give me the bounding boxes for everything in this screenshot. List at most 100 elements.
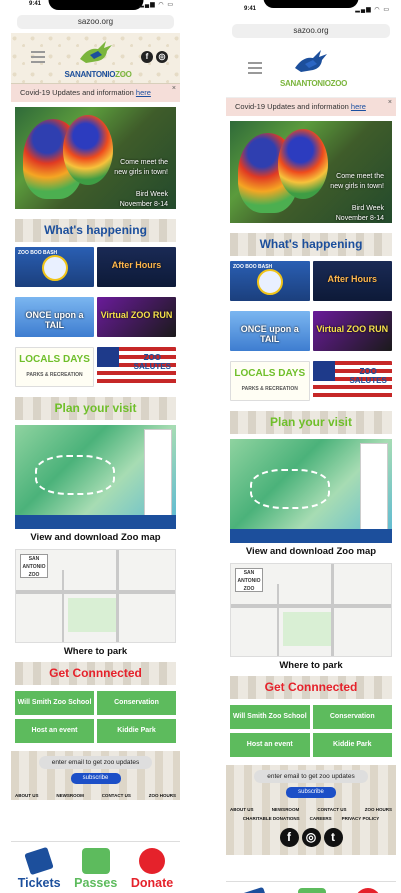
event-tile[interactable]: Virtual ZOO RUN xyxy=(312,311,392,351)
conservation-button[interactable]: Conservation xyxy=(97,691,176,715)
site-header: SANANTONIOZOO xyxy=(226,42,396,98)
kiddie-park-button[interactable]: Kiddie Park xyxy=(312,733,392,757)
event-tile[interactable]: Virtual ZOO RUN xyxy=(97,297,176,337)
zoo-map-caption[interactable]: View and download Zoo map xyxy=(11,532,180,543)
close-icon[interactable]: × xyxy=(388,99,392,106)
url-bar[interactable]: sazoo.org xyxy=(17,15,174,29)
covid-text: Covid-19 Updates and information xyxy=(20,88,136,97)
covid-link[interactable]: here xyxy=(351,102,366,111)
zoo-map-caption[interactable]: View and download Zoo map xyxy=(226,546,396,557)
hero-line: Bird Week xyxy=(135,191,168,198)
footer-link-about[interactable]: ABOUT US xyxy=(15,793,39,798)
covid-banner: Covid-19 Updates and information here × xyxy=(11,84,180,102)
footer-link-newsroom[interactable]: NEWSROOM xyxy=(56,793,84,798)
parking-map-image[interactable]: SAN ANTONIO ZOO xyxy=(230,563,392,657)
instagram-icon[interactable]: ◎ xyxy=(301,828,321,847)
zoo-map-image[interactable] xyxy=(230,439,392,543)
donate-nav[interactable]: Donate xyxy=(131,842,173,893)
covid-link[interactable]: here xyxy=(136,88,151,97)
parking-caption[interactable]: Where to park xyxy=(11,646,180,657)
hero-line: new girls in town! xyxy=(330,183,384,190)
facebook-icon[interactable]: f xyxy=(279,828,299,847)
footer-link-contact[interactable]: CONTACT US xyxy=(317,807,346,812)
footer-link-hours[interactable]: ZOO HOURS xyxy=(149,793,176,798)
footer-links: ABOUT US NEWSROOM CONTACT US ZOO HOURS xyxy=(226,798,396,814)
footer-link-careers[interactable]: CAREERS xyxy=(310,816,332,821)
twitter-icon[interactable]: t xyxy=(323,828,343,847)
footer-link-newsroom[interactable]: NEWSROOM xyxy=(272,807,300,812)
antelope-logo-icon xyxy=(79,41,112,63)
hero-banner[interactable]: Come meet the new girls in town! Bird We… xyxy=(230,121,392,223)
host-event-button[interactable]: Host an event xyxy=(15,719,94,743)
event-tile[interactable]: ZOO BOO BASH xyxy=(230,261,310,301)
zoo-school-button[interactable]: Will Smith Zoo School xyxy=(230,705,310,729)
ticket-icon xyxy=(24,846,54,876)
menu-icon[interactable] xyxy=(31,51,45,63)
event-badge xyxy=(256,269,283,295)
section-get-connected: Get Connnected xyxy=(15,662,176,685)
menu-icon[interactable] xyxy=(248,62,262,74)
hero-line: Come meet the xyxy=(336,173,384,180)
event-tile[interactable]: ZOO BOO BASH xyxy=(15,247,94,287)
events-grid: ZOO BOO BASH After Hours ONCE upon a TAI… xyxy=(230,261,392,401)
url-bar[interactable]: sazoo.org xyxy=(232,24,390,38)
connect-buttons: Will Smith Zoo School Conservation Host … xyxy=(15,691,176,743)
pass-icon xyxy=(81,848,110,874)
footer-link-about[interactable]: ABOUT US xyxy=(230,807,254,812)
phone-screen-left: 9:41 ▂▄▆ ◠ ▭ sazoo.org SANANTONIOZOO f ◎… xyxy=(11,0,180,893)
email-input[interactable]: enter email to get zoo updates xyxy=(254,770,368,783)
footer-link-privacy[interactable]: PRIVACY POLICY xyxy=(342,816,380,821)
event-tile[interactable]: ONCE upon a TAIL xyxy=(15,297,94,337)
parking-caption[interactable]: Where to park xyxy=(226,660,396,671)
hero-banner[interactable]: Come meet the new girls in town! Bird We… xyxy=(15,107,176,209)
map-key xyxy=(144,429,172,521)
zoo-logo[interactable]: SANANTONIOZOO xyxy=(280,46,347,88)
footer-link-hours[interactable]: ZOO HOURS xyxy=(365,807,392,812)
event-tile[interactable]: ZOO SALUTES xyxy=(97,347,176,387)
zoo-logo[interactable]: SANANTONIOZOO xyxy=(65,37,132,79)
passes-nav[interactable]: Passes xyxy=(74,842,117,893)
tickets-nav[interactable] xyxy=(239,882,270,893)
kiddie-park-button[interactable]: Kiddie Park xyxy=(97,719,176,743)
event-badge xyxy=(41,255,68,281)
zoo-school-button[interactable]: Will Smith Zoo School xyxy=(15,691,94,715)
antelope-logo-icon xyxy=(295,50,327,72)
event-tile[interactable]: ONCE upon a TAIL xyxy=(230,311,310,351)
event-tile[interactable]: LOCALS DAYS PARKS & RECREATION xyxy=(15,347,94,387)
tickets-nav[interactable]: Tickets xyxy=(18,842,61,893)
zoo-map-image[interactable] xyxy=(15,425,176,529)
section-get-connected: Get Connnected xyxy=(230,676,392,699)
footer-links-secondary: CHARITABLE DONATIONS CAREERS PRIVACY POL… xyxy=(226,814,396,825)
event-tile[interactable]: ZOO SALUTES xyxy=(312,361,392,401)
facebook-icon[interactable]: f xyxy=(141,51,153,63)
hero-line: November 8-14 xyxy=(335,215,384,222)
hero-line: November 8-14 xyxy=(119,201,168,208)
subscribe-button[interactable]: subscribe xyxy=(286,787,336,798)
section-title: Plan your visit xyxy=(269,415,353,429)
subscribe-button[interactable]: subscribe xyxy=(70,773,121,784)
status-time: 9:41 xyxy=(29,1,42,7)
section-title: What's happening xyxy=(259,237,363,251)
host-event-button[interactable]: Host an event xyxy=(230,733,310,757)
footer-link-donations[interactable]: CHARITABLE DONATIONS xyxy=(243,816,300,821)
footer-link-contact[interactable]: CONTACT US xyxy=(102,793,131,798)
heart-icon xyxy=(139,848,166,874)
close-icon[interactable]: × xyxy=(172,85,176,92)
event-tile[interactable]: LOCALS DAYS PARKS & RECREATION xyxy=(230,361,310,401)
email-input[interactable]: enter email to get zoo updates xyxy=(39,756,152,769)
parking-map-image[interactable]: SAN ANTONIO ZOO xyxy=(15,549,176,643)
section-plan-visit: Plan your visit xyxy=(15,397,176,420)
passes-nav[interactable] xyxy=(297,882,326,893)
event-tile[interactable]: After Hours xyxy=(312,261,392,301)
conservation-button[interactable]: Conservation xyxy=(312,705,392,729)
event-tile[interactable]: After Hours xyxy=(97,247,176,287)
instagram-icon[interactable]: ◎ xyxy=(156,51,168,63)
section-title: Plan your visit xyxy=(54,401,137,415)
zoo-logo-small: SAN ANTONIO ZOO xyxy=(235,568,263,592)
phone-screen-right: 9:41 ▂▄▆ ◠ ▭ sazoo.org SANANTONIOZOO Cov… xyxy=(226,0,396,893)
zoo-logo-small: SAN ANTONIO ZOO xyxy=(20,554,48,578)
header-social: f ◎ xyxy=(141,51,168,63)
lorikeet-image xyxy=(278,129,328,199)
donate-nav[interactable] xyxy=(355,882,382,893)
notch xyxy=(263,0,359,8)
